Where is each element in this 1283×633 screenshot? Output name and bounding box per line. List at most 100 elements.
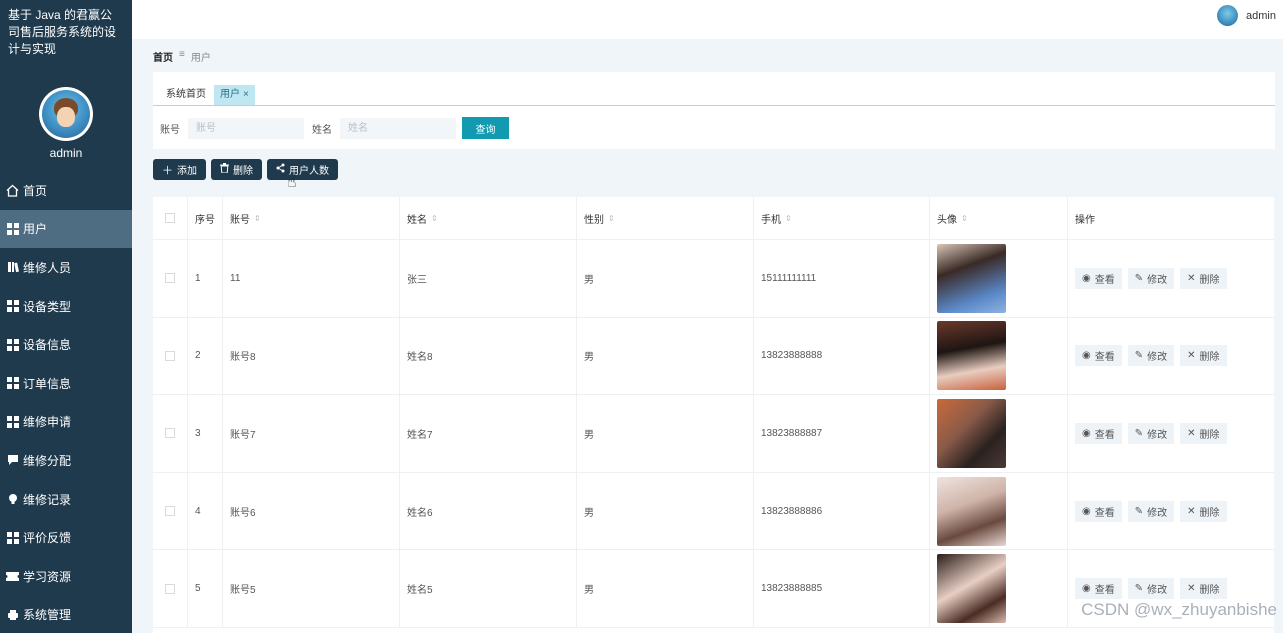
sidebar-item-orders[interactable]: 订单信息: [0, 364, 132, 403]
cell-no: 2: [188, 317, 223, 395]
close-icon: ✕: [1187, 505, 1196, 517]
cell-gender: 男: [577, 472, 754, 550]
edit-icon: ✎: [1134, 427, 1144, 439]
grid-icon: [6, 377, 19, 390]
row-checkbox[interactable]: [165, 428, 175, 439]
user-photo: [937, 398, 1006, 468]
edit-button[interactable]: ✎ 修改: [1127, 578, 1175, 600]
eye-icon: ◉: [1082, 272, 1091, 284]
close-icon: ✕: [1187, 272, 1196, 284]
cell-phone: 15111111111: [754, 240, 930, 317]
view-button[interactable]: ◉ 查看: [1075, 422, 1122, 444]
cell-name: 姓名6: [400, 472, 577, 550]
delete-button[interactable]: 删除: [211, 159, 262, 180]
view-button[interactable]: ◉ 查看: [1075, 500, 1122, 522]
sidebar-item-users[interactable]: 用户: [0, 209, 132, 249]
user-photo: [937, 321, 1006, 391]
sidebar-item-system[interactable]: 系统管理: [0, 596, 132, 633]
cell-no: 3: [188, 395, 223, 472]
sort-icon[interactable]: ⇕: [254, 214, 261, 223]
system-title: 基于 Java 的君赢公司售后服务系统的设计与实现: [8, 8, 117, 56]
edit-icon: ✎: [1134, 505, 1144, 517]
cell-phone: 13823888887: [754, 395, 930, 472]
cell-gender: 男: [577, 395, 754, 472]
delete-row-button[interactable]: ✕ 删除: [1180, 578, 1227, 600]
header-account[interactable]: 账号 ⇕: [223, 197, 400, 239]
cell-gender: 男: [577, 317, 754, 395]
sidebar-item-label: 设备类型: [23, 299, 72, 314]
edit-button[interactable]: ✎ 修改: [1127, 500, 1175, 522]
filter-panel: 系统首页 用户× 账号 姓名 查询: [153, 72, 1275, 149]
close-icon[interactable]: ×: [243, 89, 249, 100]
top-bar: admin: [132, 0, 1283, 39]
sidebar-item-repair-records[interactable]: 维修记录: [0, 480, 132, 519]
edit-button[interactable]: ✎ 修改: [1127, 422, 1175, 444]
add-button[interactable]: ＋ 添加: [153, 159, 206, 180]
sidebar-item-label: 学习资源: [23, 569, 72, 584]
breadcrumb-home[interactable]: 首页: [153, 49, 173, 64]
sidebar-item-home[interactable]: 首页: [0, 171, 132, 210]
avatar-image: [42, 90, 90, 138]
delete-row-button[interactable]: ✕ 删除: [1180, 500, 1227, 522]
sidebar-item-learning[interactable]: 学习资源: [0, 557, 132, 596]
user-stats-button[interactable]: 用户人数: [267, 159, 338, 180]
sort-icon[interactable]: ⇕: [608, 214, 615, 223]
sort-icon[interactable]: ⇕: [785, 214, 792, 223]
view-button[interactable]: ◉ 查看: [1075, 578, 1122, 600]
header-gender[interactable]: 性别 ⇕: [577, 197, 754, 239]
header-name[interactable]: 姓名 ⇕: [400, 197, 577, 239]
sort-icon[interactable]: ⇕: [431, 214, 438, 223]
user-photo: [937, 243, 1006, 313]
row-checkbox[interactable]: [165, 583, 175, 594]
sidebar-item-label: 设备信息: [23, 338, 72, 353]
sidebar-item-repair-requests[interactable]: 维修申请: [0, 403, 132, 442]
sidebar-item-feedback[interactable]: 评价反馈: [0, 518, 132, 557]
chat-icon: [6, 454, 19, 467]
cell-gender: 男: [577, 550, 754, 627]
action-bar: ＋ 添加 删除 用户人数: [153, 159, 338, 180]
account-input[interactable]: [188, 117, 304, 139]
sidebar-item-device-types[interactable]: 设备类型: [0, 287, 132, 326]
tab-users[interactable]: 用户 ×: [214, 85, 255, 105]
sidebar: 基于 Java 的君赢公司售后服务系统的设计与实现 admin 首页 用户 维修…: [0, 0, 132, 633]
account-label: 账号: [160, 124, 180, 136]
header-avatar[interactable]: 头像 ⇕: [930, 197, 1068, 239]
row-checkbox[interactable]: [165, 506, 175, 517]
table-row: 3 账号7 姓名7 男 13823888887 ◉ 查看 ✎ 修改 ✕ 删除: [153, 395, 1274, 473]
sidebar-item-label: 维修记录: [23, 492, 72, 507]
printer-icon: [6, 608, 19, 621]
tab-home[interactable]: 系统首页: [160, 85, 212, 105]
delete-row-button[interactable]: ✕ 删除: [1180, 345, 1227, 367]
edit-button[interactable]: ✎ 修改: [1127, 267, 1175, 289]
book-icon: [6, 261, 19, 274]
sidebar-item-technicians[interactable]: 维修人员: [0, 248, 132, 287]
users-table: 序号 账号 ⇕ 姓名 ⇕ 性别 ⇕ 手机 ⇕ 头像 ⇕ 操作 1 11 张三 男 1511…: [153, 197, 1274, 633]
view-button[interactable]: ◉ 查看: [1075, 345, 1122, 367]
sidebar-item-label: 首页: [23, 183, 48, 198]
user-menu[interactable]: admin: [1217, 5, 1276, 26]
select-all-checkbox[interactable]: [165, 213, 175, 223]
sidebar-item-repair-assignment[interactable]: 维修分配: [0, 441, 132, 480]
view-button[interactable]: ◉ 查看: [1075, 267, 1122, 289]
cell-account: 账号6: [223, 472, 400, 550]
delete-row-button[interactable]: ✕ 删除: [1180, 267, 1227, 289]
header-phone[interactable]: 手机 ⇕: [754, 197, 930, 239]
edit-button[interactable]: ✎ 修改: [1127, 345, 1175, 367]
eye-icon: ◉: [1082, 350, 1091, 362]
sidebar-item-device-info[interactable]: 设备信息: [0, 325, 132, 364]
ticket-icon: [6, 570, 19, 583]
user-photo: [937, 476, 1006, 546]
row-checkbox[interactable]: [165, 273, 175, 284]
share-icon: [276, 163, 285, 176]
tab-label: 用户: [220, 89, 240, 100]
table-row: 4 账号6 姓名6 男 13823888886 ◉ 查看 ✎ 修改 ✕ 删除: [153, 472, 1274, 551]
row-checkbox[interactable]: [165, 350, 175, 361]
cell-no: 5: [188, 550, 223, 627]
search-row: 账号 姓名 查询: [153, 117, 509, 139]
header-no: 序号: [188, 197, 223, 239]
sort-icon[interactable]: ⇕: [961, 214, 968, 223]
name-input[interactable]: [340, 117, 456, 139]
cell-account: 11: [223, 240, 400, 317]
search-button[interactable]: 查询: [462, 117, 509, 139]
delete-row-button[interactable]: ✕ 删除: [1180, 422, 1227, 444]
